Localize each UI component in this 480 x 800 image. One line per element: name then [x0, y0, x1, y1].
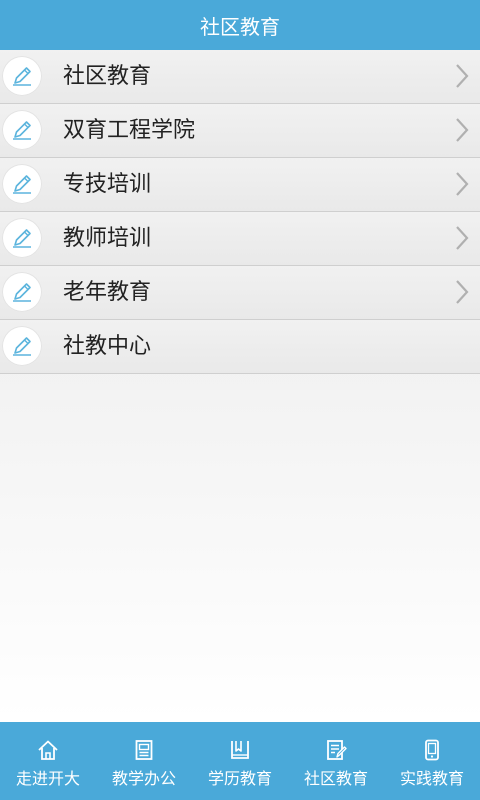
menu-item-label: 社教中心	[63, 334, 152, 359]
tab-academic-education[interactable]: 学历教育	[192, 722, 288, 800]
menu-item-social-education-center[interactable]: 社教中心	[0, 320, 480, 374]
tab-practice-education[interactable]: 实践教育	[384, 722, 480, 800]
menu-item-professional-training[interactable]: 专技培训	[0, 158, 480, 212]
tab-label: 实践教育	[399, 769, 464, 788]
pencil-icon	[2, 110, 42, 150]
menu-item-label: 专技培训	[63, 172, 152, 197]
book-icon	[231, 741, 249, 759]
pencil-icon	[2, 164, 42, 204]
tab-label: 教学办公	[111, 769, 176, 788]
tab-about-university[interactable]: 走进开大	[0, 722, 96, 800]
app-header: 社区教育	[0, 0, 480, 50]
menu-item-teacher-training[interactable]: 教师培训	[0, 212, 480, 266]
pencil-icon	[2, 56, 42, 96]
tab-community-education[interactable]: 社区教育	[288, 722, 384, 800]
chevron-right-icon	[456, 118, 469, 142]
menu-item-label: 社区教育	[63, 64, 152, 89]
pencil-icon	[2, 218, 42, 258]
menu-item-dual-education-college[interactable]: 双育工程学院	[0, 104, 480, 158]
chevron-right-icon	[456, 64, 469, 88]
tab-label: 学历教育	[207, 769, 272, 788]
bottom-tab-bar: 走进开大 教学办公 学历教育 社区教育 实践教育	[0, 722, 480, 800]
menu-item-label: 老年教育	[63, 280, 152, 305]
chevron-right-icon	[456, 280, 469, 304]
tab-label: 社区教育	[303, 769, 368, 788]
pencil-icon	[2, 326, 42, 366]
chevron-right-icon	[456, 226, 469, 250]
pencil-icon	[2, 272, 42, 312]
menu-item-label: 教师培训	[63, 226, 152, 251]
edit-note-icon	[327, 740, 347, 760]
menu-item-community-education[interactable]: 社区教育	[0, 50, 480, 104]
document-icon	[135, 740, 153, 760]
chevron-right-icon	[456, 172, 469, 196]
menu-list: 社区教育 双育工程学院 专技培训 教师培训 老年教育 社教中心	[0, 50, 480, 374]
tab-label: 走进开大	[15, 769, 80, 788]
phone-icon	[425, 739, 439, 761]
page-title: 社区教育	[200, 14, 280, 39]
tab-teaching-office[interactable]: 教学办公	[96, 722, 192, 800]
home-icon	[38, 740, 58, 760]
menu-item-senior-education[interactable]: 老年教育	[0, 266, 480, 320]
menu-item-label: 双育工程学院	[63, 118, 196, 143]
